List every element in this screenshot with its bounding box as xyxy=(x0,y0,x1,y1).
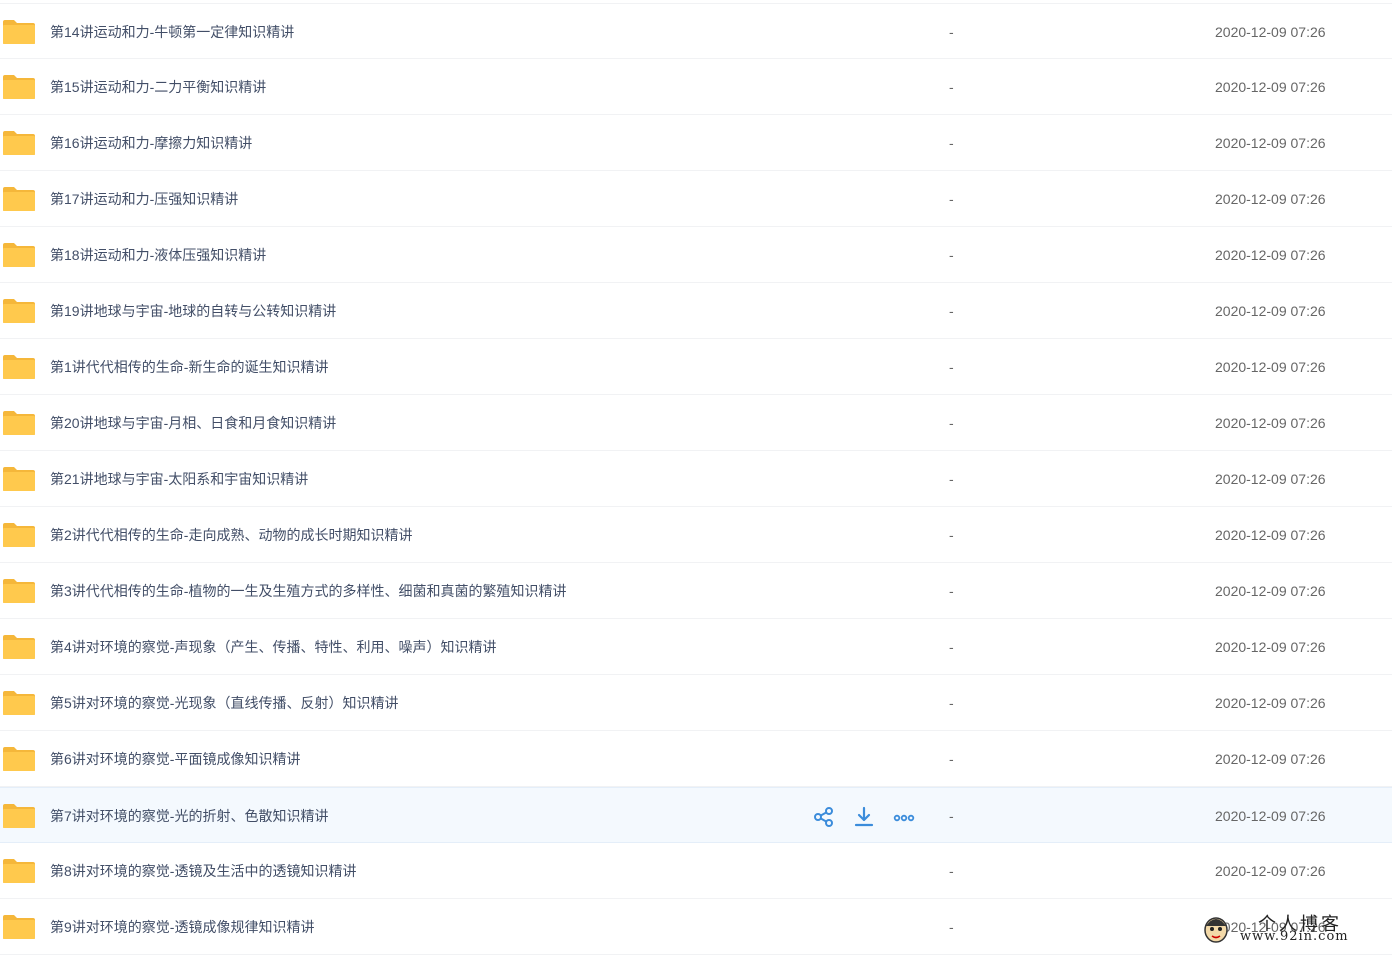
table-row[interactable]: 第19讲地球与宇宙-地球的自转与公转知识精讲 - 2020-12-09 07:26 xyxy=(0,283,1392,339)
file-list: 第14讲运动和力-牛顿第一定律知识精讲 - 2020-12-09 07:26 第15… xyxy=(0,3,1392,955)
file-name[interactable]: 第6讲对环境的察觉-平面镜成像知识精讲 xyxy=(50,749,300,769)
table-row[interactable]: 第2讲代代相传的生命-走向成熟、动物的成长时期知识精讲 - 2020-12-09 0… xyxy=(0,507,1392,563)
table-row[interactable]: 第15讲运动和力-二力平衡知识精讲 - 2020-12-09 07:26 xyxy=(0,59,1392,115)
folder-icon[interactable] xyxy=(2,578,36,604)
modified-time: 2020-12-09 07:26 xyxy=(1215,751,1326,767)
table-row[interactable]: 第1讲代代相传的生命-新生命的诞生知识精讲 - 2020-12-09 07:26 xyxy=(0,339,1392,395)
folder-icon[interactable] xyxy=(2,466,36,492)
mascot-icon xyxy=(1204,917,1228,943)
table-row[interactable]: 第20讲地球与宇宙-月相、日食和月食知识精讲 - 2020-12-09 07:26 xyxy=(0,395,1392,451)
folder-icon[interactable] xyxy=(2,242,36,268)
file-size: - xyxy=(949,135,954,151)
file-name[interactable]: 第15讲运动和力-二力平衡知识精讲 xyxy=(50,77,266,97)
share-icon[interactable] xyxy=(812,805,836,829)
table-row[interactable]: 第18讲运动和力-液体压强知识精讲 - 2020-12-09 07:26 xyxy=(0,227,1392,283)
file-size: - xyxy=(949,247,954,263)
file-name[interactable]: 第5讲对环境的察觉-光现象（直线传播、反射）知识精讲 xyxy=(50,693,398,713)
table-row[interactable]: 第9讲对环境的察觉-透镜成像规律知识精讲 -2020-12-09 07:26 xyxy=(0,899,1392,955)
file-name[interactable]: 第2讲代代相传的生命-走向成熟、动物的成长时期知识精讲 xyxy=(50,525,412,545)
table-row[interactable]: 第5讲对环境的察觉-光现象（直线传播、反射）知识精讲 - 2020-12-09 07… xyxy=(0,675,1392,731)
file-name[interactable]: 第18讲运动和力-液体压强知识精讲 xyxy=(50,245,266,265)
folder-icon[interactable] xyxy=(2,803,36,829)
modified-time: 2020-12-09 07:26 xyxy=(1215,583,1326,599)
watermark-url: www.92in.com xyxy=(1240,929,1349,944)
file-name[interactable]: 第7讲对环境的察觉-光的折射、色散知识精讲 xyxy=(50,806,328,826)
folder-icon[interactable] xyxy=(2,298,36,324)
folder-icon[interactable] xyxy=(2,354,36,380)
file-size: - xyxy=(949,79,954,95)
file-size: - xyxy=(949,583,954,599)
modified-time: 2020-12-09 07:26 xyxy=(1215,639,1326,655)
file-size: - xyxy=(949,695,954,711)
modified-time: 2020-12-09 07:26 xyxy=(1215,135,1326,151)
table-row[interactable]: 第21讲地球与宇宙-太阳系和宇宙知识精讲 - 2020-12-09 07:26 xyxy=(0,451,1392,507)
download-icon[interactable] xyxy=(852,805,876,829)
file-name[interactable]: 第9讲对环境的察觉-透镜成像规律知识精讲 xyxy=(50,917,314,937)
file-name[interactable]: 第20讲地球与宇宙-月相、日食和月食知识精讲 xyxy=(50,413,336,433)
folder-icon[interactable] xyxy=(2,914,36,940)
folder-icon[interactable] xyxy=(2,130,36,156)
modified-time: 2020-12-09 07:26 xyxy=(1215,808,1326,824)
modified-time: 2020-12-09 07:26 xyxy=(1215,247,1326,263)
modified-time: 2020-12-09 07:26 xyxy=(1215,471,1326,487)
table-row[interactable]: 第4讲对环境的察觉-声现象（产生、传播、特性、利用、噪声）知识精讲 - 2020-1… xyxy=(0,619,1392,675)
folder-icon[interactable] xyxy=(2,746,36,772)
file-name[interactable]: 第16讲运动和力-摩擦力知识精讲 xyxy=(50,133,252,153)
modified-time: 2020-12-09 07:26 xyxy=(1215,415,1326,431)
file-name[interactable]: 第17讲运动和力-压强知识精讲 xyxy=(50,189,238,209)
modified-time: 2020-12-09 07:26 xyxy=(1215,79,1326,95)
folder-icon[interactable] xyxy=(2,186,36,212)
table-row[interactable]: 第8讲对环境的察觉-透镜及生活中的透镜知识精讲 - 2020-12-09 07:26 xyxy=(0,843,1392,899)
file-size: - xyxy=(949,751,954,767)
file-size: - xyxy=(949,24,954,40)
modified-time: 2020-12-09 07:26 xyxy=(1215,695,1326,711)
file-size: - xyxy=(949,639,954,655)
folder-icon[interactable] xyxy=(2,858,36,884)
modified-time: 2020-12-09 07:26 xyxy=(1215,191,1326,207)
file-size: - xyxy=(949,191,954,207)
file-size: - xyxy=(949,919,954,935)
file-name[interactable]: 第3讲代代相传的生命-植物的一生及生殖方式的多样性、细菌和真菌的繁殖知识精讲 xyxy=(50,581,566,601)
watermark: 个人博客 www.92in.com xyxy=(1200,908,1380,948)
folder-icon[interactable] xyxy=(2,19,36,45)
table-row[interactable]: 第3讲代代相传的生命-植物的一生及生殖方式的多样性、细菌和真菌的繁殖知识精讲 - 2… xyxy=(0,563,1392,619)
table-row[interactable]: 第7讲对环境的察觉-光的折射、色散知识精讲 - 2020-12-09 07:26 xyxy=(0,787,1392,843)
file-size: - xyxy=(949,359,954,375)
file-name[interactable]: 第21讲地球与宇宙-太阳系和宇宙知识精讲 xyxy=(50,469,308,489)
file-size: - xyxy=(949,808,954,824)
modified-time: 2020-12-09 07:26 xyxy=(1215,863,1326,879)
file-size: - xyxy=(949,527,954,543)
file-name[interactable]: 第8讲对环境的察觉-透镜及生活中的透镜知识精讲 xyxy=(50,861,356,881)
folder-icon[interactable] xyxy=(2,410,36,436)
modified-time: 2020-12-09 07:26 xyxy=(1215,527,1326,543)
file-size: - xyxy=(949,303,954,319)
folder-icon[interactable] xyxy=(2,74,36,100)
file-size: - xyxy=(949,471,954,487)
modified-time: 2020-12-09 07:26 xyxy=(1215,303,1326,319)
more-icon[interactable] xyxy=(892,805,916,829)
folder-icon[interactable] xyxy=(2,690,36,716)
file-size: - xyxy=(949,415,954,431)
table-row[interactable]: 第6讲对环境的察觉-平面镜成像知识精讲 - 2020-12-09 07:26 xyxy=(0,731,1392,787)
file-size: - xyxy=(949,863,954,879)
modified-time: 2020-12-09 07:26 xyxy=(1215,359,1326,375)
file-name[interactable]: 第14讲运动和力-牛顿第一定律知识精讲 xyxy=(50,22,294,42)
table-row[interactable]: 第14讲运动和力-牛顿第一定律知识精讲 - 2020-12-09 07:26 xyxy=(0,3,1392,59)
folder-icon[interactable] xyxy=(2,522,36,548)
table-row[interactable]: 第17讲运动和力-压强知识精讲 - 2020-12-09 07:26 xyxy=(0,171,1392,227)
table-row[interactable]: 第16讲运动和力-摩擦力知识精讲 - 2020-12-09 07:26 xyxy=(0,115,1392,171)
file-name[interactable]: 第19讲地球与宇宙-地球的自转与公转知识精讲 xyxy=(50,301,336,321)
modified-time: 2020-12-09 07:26 xyxy=(1215,24,1326,40)
folder-icon[interactable] xyxy=(2,634,36,660)
file-name[interactable]: 第1讲代代相传的生命-新生命的诞生知识精讲 xyxy=(50,357,328,377)
file-name[interactable]: 第4讲对环境的察觉-声现象（产生、传播、特性、利用、噪声）知识精讲 xyxy=(50,637,496,657)
